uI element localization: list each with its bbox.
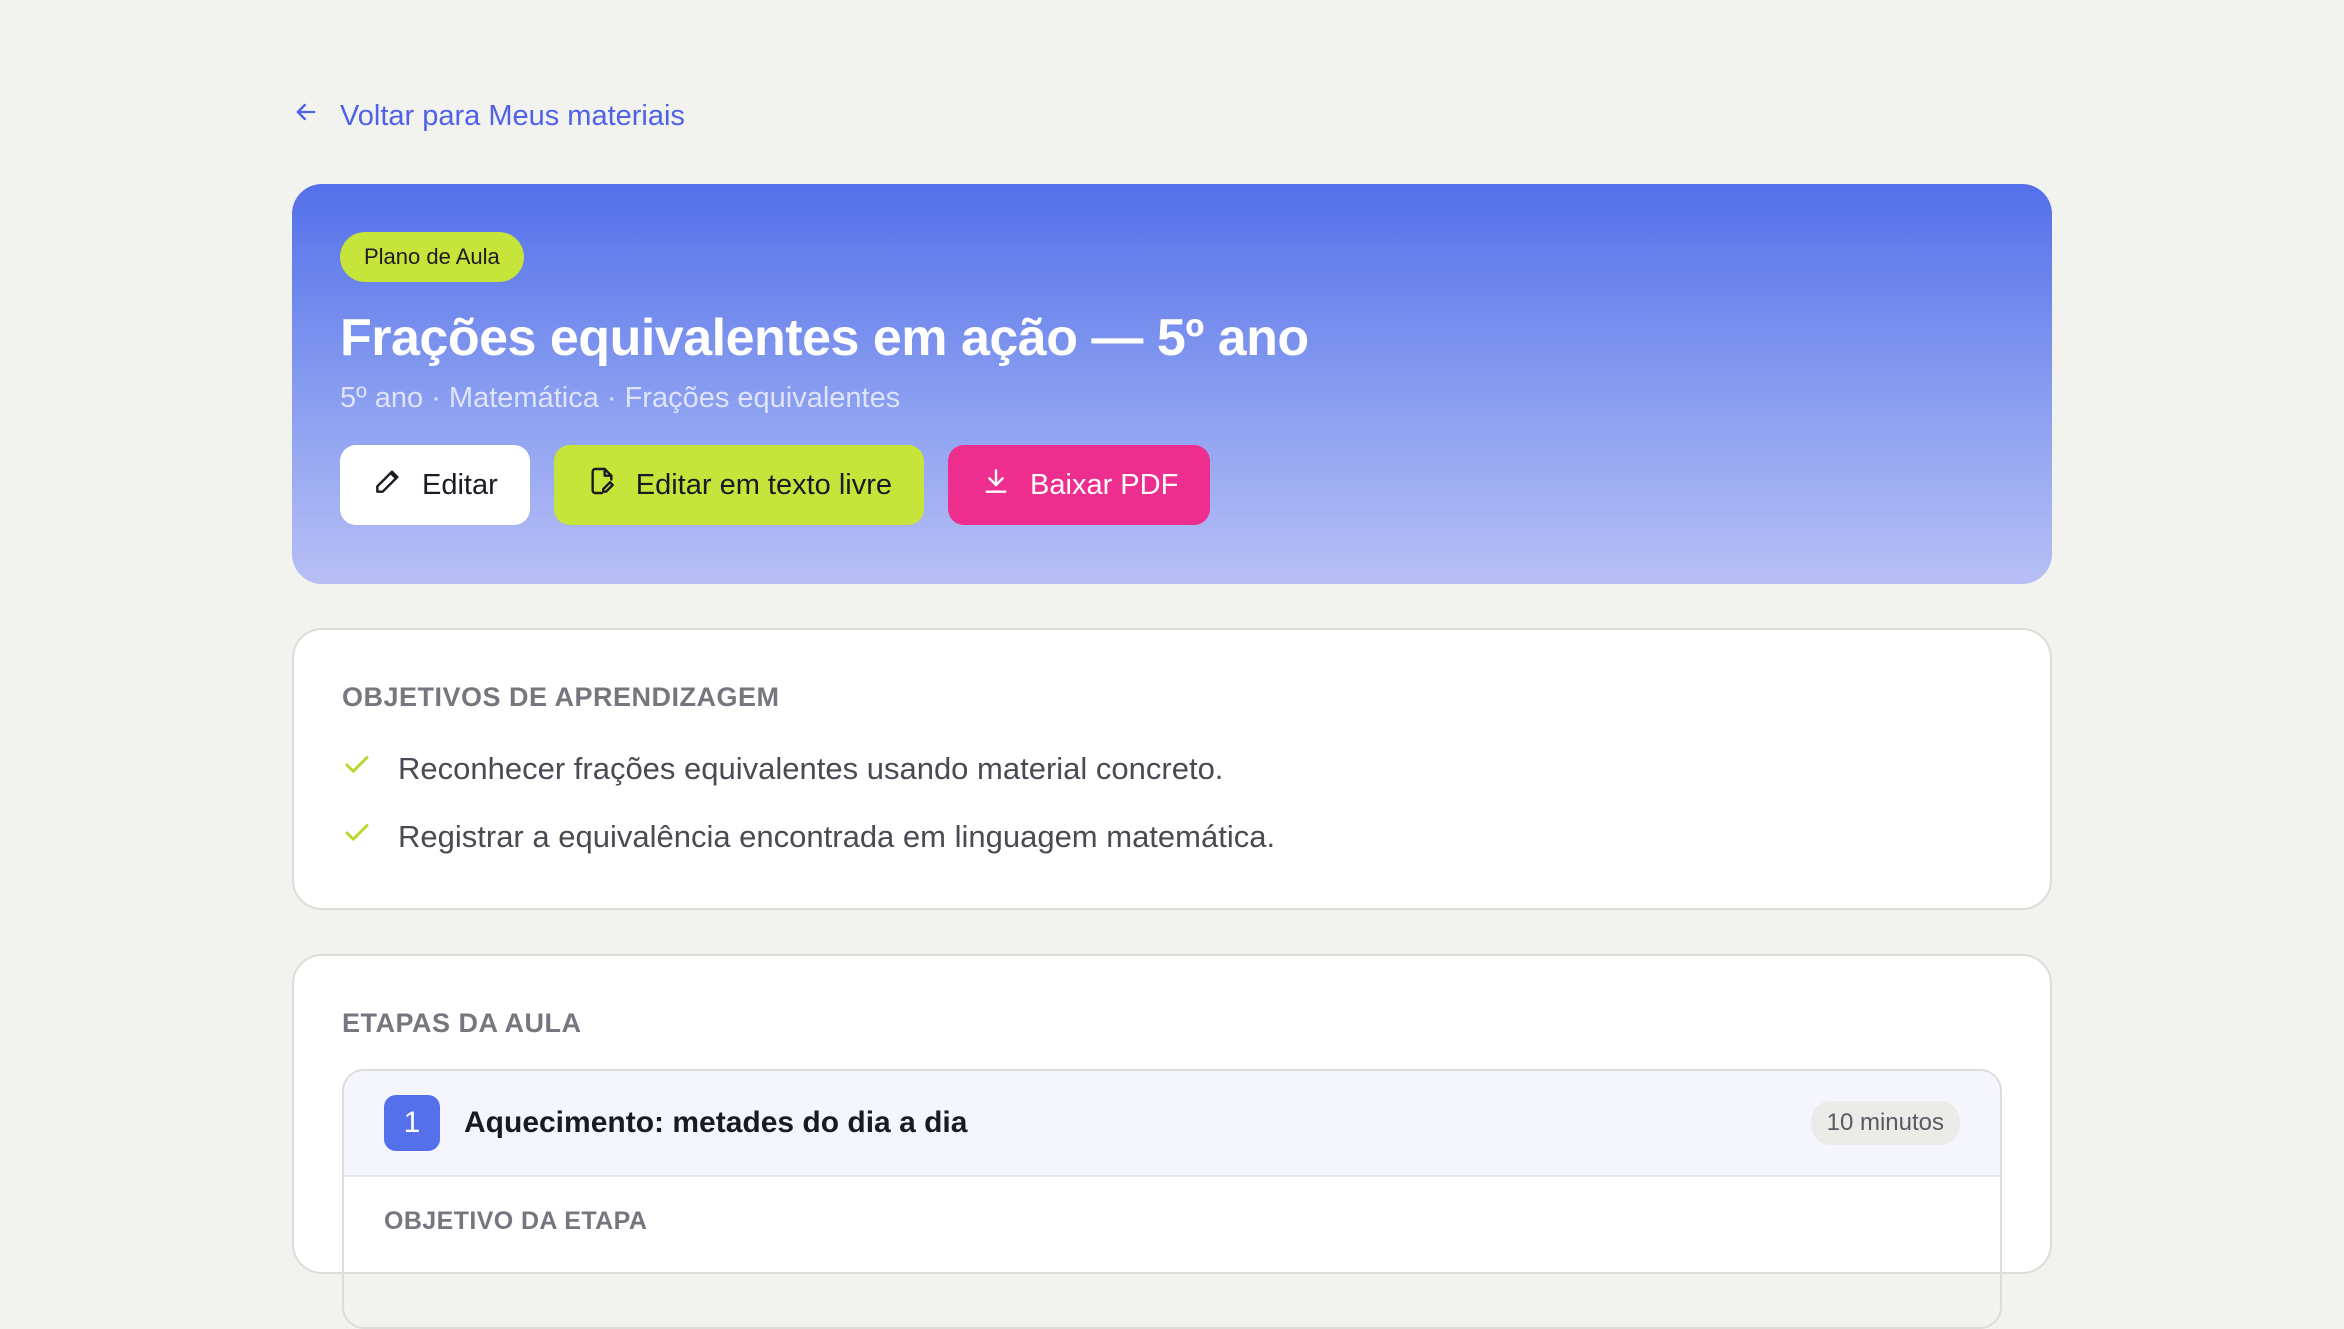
lesson-meta: 5º ano · Matemática · Frações equivalent… (340, 382, 901, 414)
objective-text: Reconhecer frações equivalentes usando m… (398, 751, 1224, 786)
step-header[interactable]: 1 Aquecimento: metades do dia a dia 10 m… (344, 1071, 2000, 1177)
step-duration-badge: 10 minutos (1810, 1101, 1960, 1145)
back-to-materials-link[interactable]: Voltar para Meus materiais (292, 98, 685, 134)
objective-item: Reconhecer frações equivalentes usando m… (342, 735, 2002, 803)
step-body: OBJETIVO DA ETAPA (344, 1177, 2000, 1266)
objectives-list: Reconhecer frações equivalentes usando m… (342, 735, 2002, 871)
check-icon (342, 818, 372, 856)
hero-actions: Editar Editar em texto livre Baixar PDF (340, 445, 2004, 525)
material-type-badge: Plano de Aula (340, 232, 524, 282)
step-objective-label: OBJETIVO DA ETAPA (384, 1207, 648, 1235)
arrow-left-icon (292, 98, 320, 134)
lesson-steps-card: ETAPAS DA AULA 1 Aquecimento: metades do… (292, 954, 2052, 1329)
pencil-icon (372, 465, 404, 505)
step-number: 1 (384, 1095, 440, 1151)
objective-text: Registrar a equivalência encontrada em l… (398, 819, 1276, 854)
objective-item: Registrar a equivalência encontrada em l… (342, 803, 2002, 871)
edit-free-text-button[interactable]: Editar em texto livre (553, 445, 925, 525)
learning-objectives-card: OBJETIVOS DE APRENDIZAGEM Reconhecer fra… (292, 628, 2052, 910)
download-icon (980, 465, 1012, 505)
back-link-label: Voltar para Meus materiais (340, 99, 685, 132)
download-pdf-button[interactable]: Baixar PDF (948, 445, 1211, 525)
lesson-hero: Plano de Aula Frações equivalentes em aç… (292, 184, 2052, 584)
file-edit-icon (586, 465, 618, 505)
lesson-step[interactable]: 1 Aquecimento: metades do dia a dia 10 m… (342, 1069, 2002, 1329)
edit-button-label: Editar (422, 468, 498, 501)
edit-free-text-label: Editar em texto livre (635, 468, 893, 501)
download-pdf-label: Baixar PDF (1030, 468, 1179, 501)
page-title: Frações equivalentes em ação — 5º ano (340, 309, 1309, 367)
check-icon (342, 750, 372, 788)
steps-title: ETAPAS DA AULA (342, 1008, 582, 1038)
step-title: Aquecimento: metades do dia a dia (464, 1106, 968, 1139)
edit-button[interactable]: Editar (340, 445, 530, 525)
objectives-title: OBJETIVOS DE APRENDIZAGEM (342, 682, 780, 712)
